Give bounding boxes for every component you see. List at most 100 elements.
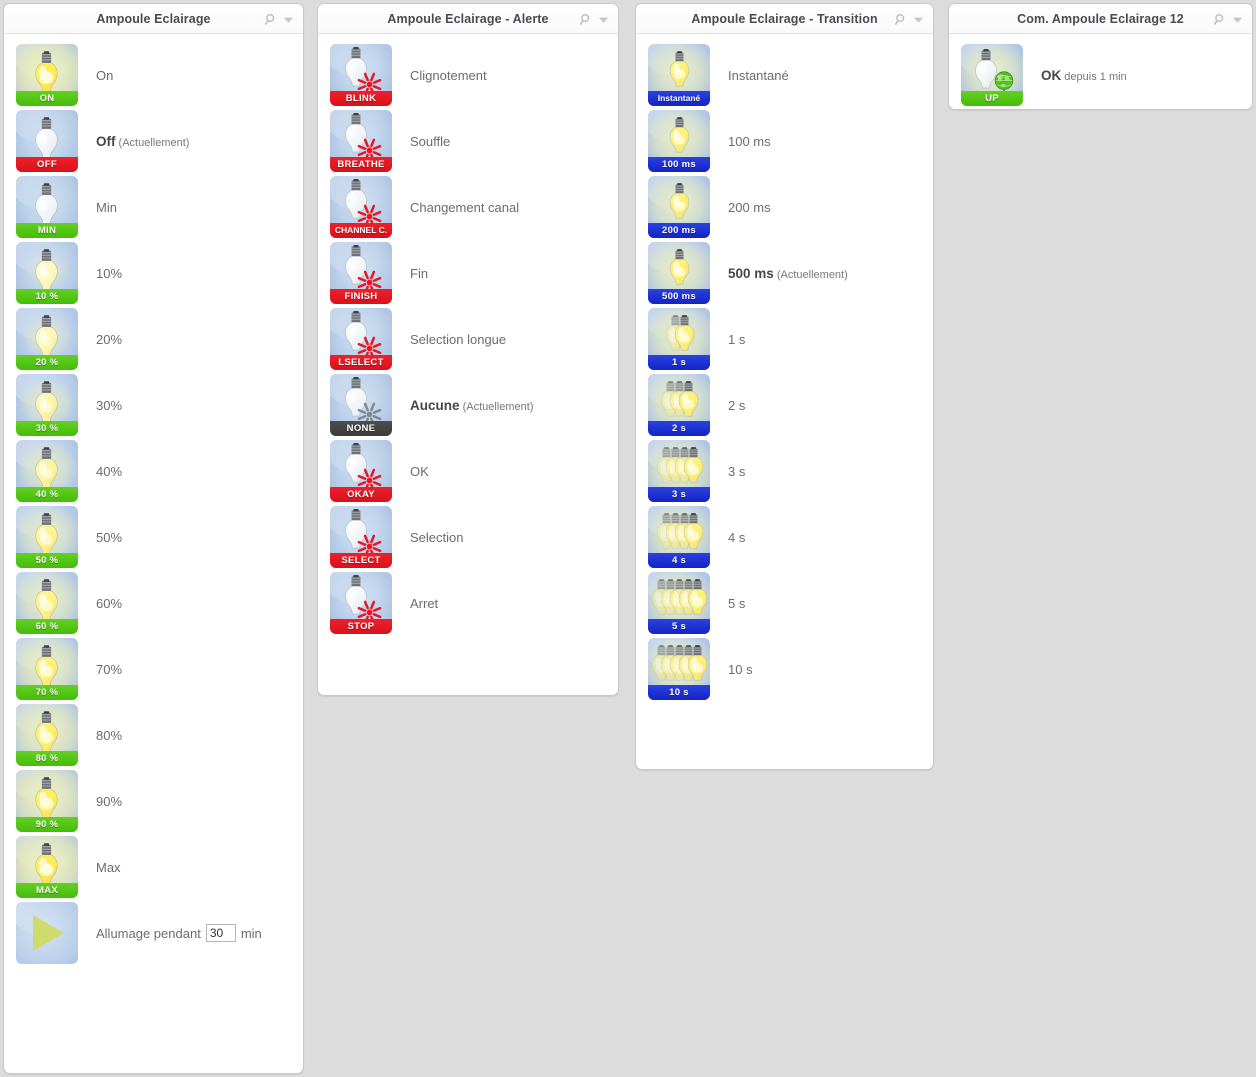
action-row-current-note: (Actuellement) bbox=[459, 400, 534, 413]
search-icon[interactable] bbox=[895, 13, 908, 26]
row-thumbnail[interactable]: STOP bbox=[330, 572, 392, 634]
row-thumbnail[interactable]: BLINK bbox=[330, 44, 392, 106]
row-thumbnail[interactable]: 1 s bbox=[648, 308, 710, 370]
row-thumbnail[interactable]: 40 % bbox=[16, 440, 78, 502]
action-row[interactable]: 10 % 10% bbox=[4, 240, 303, 306]
action-row[interactable]: 90 % 90% bbox=[4, 768, 303, 834]
chevron-down-icon[interactable] bbox=[913, 14, 924, 25]
action-row[interactable]: UP OK depuis 1 min bbox=[949, 42, 1252, 108]
status-badge: 40 % bbox=[16, 487, 78, 502]
timer-suffix-label: min bbox=[240, 925, 262, 941]
action-row[interactable]: STOP Arret bbox=[318, 570, 618, 636]
status-badge: 10 s bbox=[648, 685, 710, 700]
row-thumbnail[interactable]: MIN bbox=[16, 176, 78, 238]
row-thumbnail[interactable]: Instantané bbox=[648, 44, 710, 106]
action-row-name: Off bbox=[96, 133, 116, 149]
action-row[interactable]: 70 % 70% bbox=[4, 636, 303, 702]
row-thumbnail[interactable]: 10 s bbox=[648, 638, 710, 700]
row-thumbnail[interactable]: NONE bbox=[330, 374, 392, 436]
action-row[interactable]: 30 % 30% bbox=[4, 372, 303, 438]
row-thumbnail[interactable]: ON bbox=[16, 44, 78, 106]
row-thumbnail[interactable]: 500 ms bbox=[648, 242, 710, 304]
action-row[interactable]: 4 s 4 s bbox=[636, 504, 933, 570]
chevron-down-icon[interactable] bbox=[283, 14, 294, 25]
action-row[interactable]: MAX Max bbox=[4, 834, 303, 900]
row-thumbnail[interactable]: 200 ms bbox=[648, 176, 710, 238]
panel-header: Com. Ampoule Eclairage 12 bbox=[949, 4, 1252, 34]
row-thumbnail[interactable]: 5 s bbox=[648, 572, 710, 634]
action-row[interactable]: 40 % 40% bbox=[4, 438, 303, 504]
row-thumbnail[interactable]: 90 % bbox=[16, 770, 78, 832]
action-row[interactable]: 60 % 60% bbox=[4, 570, 303, 636]
action-row-name: 80% bbox=[96, 727, 123, 743]
status-badge: 30 % bbox=[16, 421, 78, 436]
action-row-current-note: (Actuellement) bbox=[773, 268, 848, 281]
action-row[interactable]: 80 % 80% bbox=[4, 702, 303, 768]
chevron-down-icon[interactable] bbox=[1232, 14, 1243, 25]
action-row[interactable]: 2 s 2 s bbox=[636, 372, 933, 438]
action-row-label: Aucune (Actuellement) bbox=[410, 398, 534, 413]
action-row[interactable]: 100 ms 100 ms bbox=[636, 108, 933, 174]
action-row-name: 10% bbox=[96, 265, 123, 281]
action-row[interactable]: Instantané Instantané bbox=[636, 42, 933, 108]
action-row[interactable]: CHANNEL C. Changement canal bbox=[318, 174, 618, 240]
action-row[interactable]: 200 ms 200 ms bbox=[636, 174, 933, 240]
row-thumbnail[interactable]: 100 ms bbox=[648, 110, 710, 172]
panel-eclairage: Ampoule Eclairage ON On OFF Off (Actuellemen… bbox=[3, 3, 304, 1074]
row-thumbnail[interactable]: 10 % bbox=[16, 242, 78, 304]
action-row-name: Arret bbox=[410, 595, 439, 611]
row-thumbnail[interactable]: BREATHE bbox=[330, 110, 392, 172]
action-row[interactable]: SELECT Selection bbox=[318, 504, 618, 570]
status-badge: NONE bbox=[330, 421, 392, 436]
row-thumbnail[interactable]: 20 % bbox=[16, 308, 78, 370]
timer-prefix-label: Allumage pendant bbox=[96, 925, 201, 941]
search-icon[interactable] bbox=[1214, 13, 1227, 26]
row-thumbnail[interactable]: 3 s bbox=[648, 440, 710, 502]
action-row[interactable]: NONE Aucune (Actuellement) bbox=[318, 372, 618, 438]
action-row[interactable]: 10 s 10 s bbox=[636, 636, 933, 702]
action-row[interactable]: OFF Off (Actuellement) bbox=[4, 108, 303, 174]
action-row-name: Souffle bbox=[410, 133, 451, 149]
chevron-down-icon[interactable] bbox=[598, 14, 609, 25]
row-thumbnail[interactable]: OFF bbox=[16, 110, 78, 172]
timer-row[interactable]: Allumage pendant min bbox=[4, 900, 303, 966]
row-thumbnail[interactable]: LSELECT bbox=[330, 308, 392, 370]
action-row[interactable]: FINISH Fin bbox=[318, 240, 618, 306]
row-thumbnail[interactable]: 4 s bbox=[648, 506, 710, 568]
panel-header: Ampoule Eclairage bbox=[4, 4, 303, 34]
action-row[interactable]: OKAY OK bbox=[318, 438, 618, 504]
row-thumbnail[interactable]: MAX bbox=[16, 836, 78, 898]
row-thumbnail[interactable]: 80 % bbox=[16, 704, 78, 766]
action-row[interactable]: 5 s 5 s bbox=[636, 570, 933, 636]
row-thumbnail[interactable]: CHANNEL C. bbox=[330, 176, 392, 238]
row-thumbnail[interactable]: FINISH bbox=[330, 242, 392, 304]
row-thumbnail[interactable]: OKAY bbox=[330, 440, 392, 502]
panel-rows: BLINK Clignotement BREATHE Souffle CHANNEL C… bbox=[318, 34, 618, 646]
action-row[interactable]: 1 s 1 s bbox=[636, 306, 933, 372]
search-icon[interactable] bbox=[265, 13, 278, 26]
action-row-label: OK depuis 1 min bbox=[1041, 68, 1127, 83]
panel-header-tools bbox=[1214, 4, 1243, 34]
row-thumbnail[interactable]: 70 % bbox=[16, 638, 78, 700]
panel-title: Com. Ampoule Eclairage 12 bbox=[1017, 12, 1184, 26]
action-row[interactable]: 50 % 50% bbox=[4, 504, 303, 570]
action-row[interactable]: MIN Min bbox=[4, 174, 303, 240]
action-row[interactable]: 500 ms 500 ms (Actuellement) bbox=[636, 240, 933, 306]
status-badge: 100 ms bbox=[648, 157, 710, 172]
timer-minutes-input[interactable] bbox=[205, 924, 236, 942]
row-thumbnail[interactable]: 50 % bbox=[16, 506, 78, 568]
row-thumbnail[interactable]: 30 % bbox=[16, 374, 78, 436]
action-row[interactable]: LSELECT Selection longue bbox=[318, 306, 618, 372]
action-row[interactable]: 20 % 20% bbox=[4, 306, 303, 372]
row-thumbnail[interactable]: UP bbox=[961, 44, 1023, 106]
row-thumbnail[interactable]: 2 s bbox=[648, 374, 710, 436]
timer-thumbnail[interactable] bbox=[16, 902, 78, 964]
row-thumbnail[interactable]: 60 % bbox=[16, 572, 78, 634]
action-row[interactable]: BREATHE Souffle bbox=[318, 108, 618, 174]
panel-title: Ampoule Eclairage bbox=[96, 12, 211, 26]
row-thumbnail[interactable]: SELECT bbox=[330, 506, 392, 568]
action-row[interactable]: ON On bbox=[4, 42, 303, 108]
action-row[interactable]: 3 s 3 s bbox=[636, 438, 933, 504]
action-row[interactable]: BLINK Clignotement bbox=[318, 42, 618, 108]
search-icon[interactable] bbox=[580, 13, 593, 26]
